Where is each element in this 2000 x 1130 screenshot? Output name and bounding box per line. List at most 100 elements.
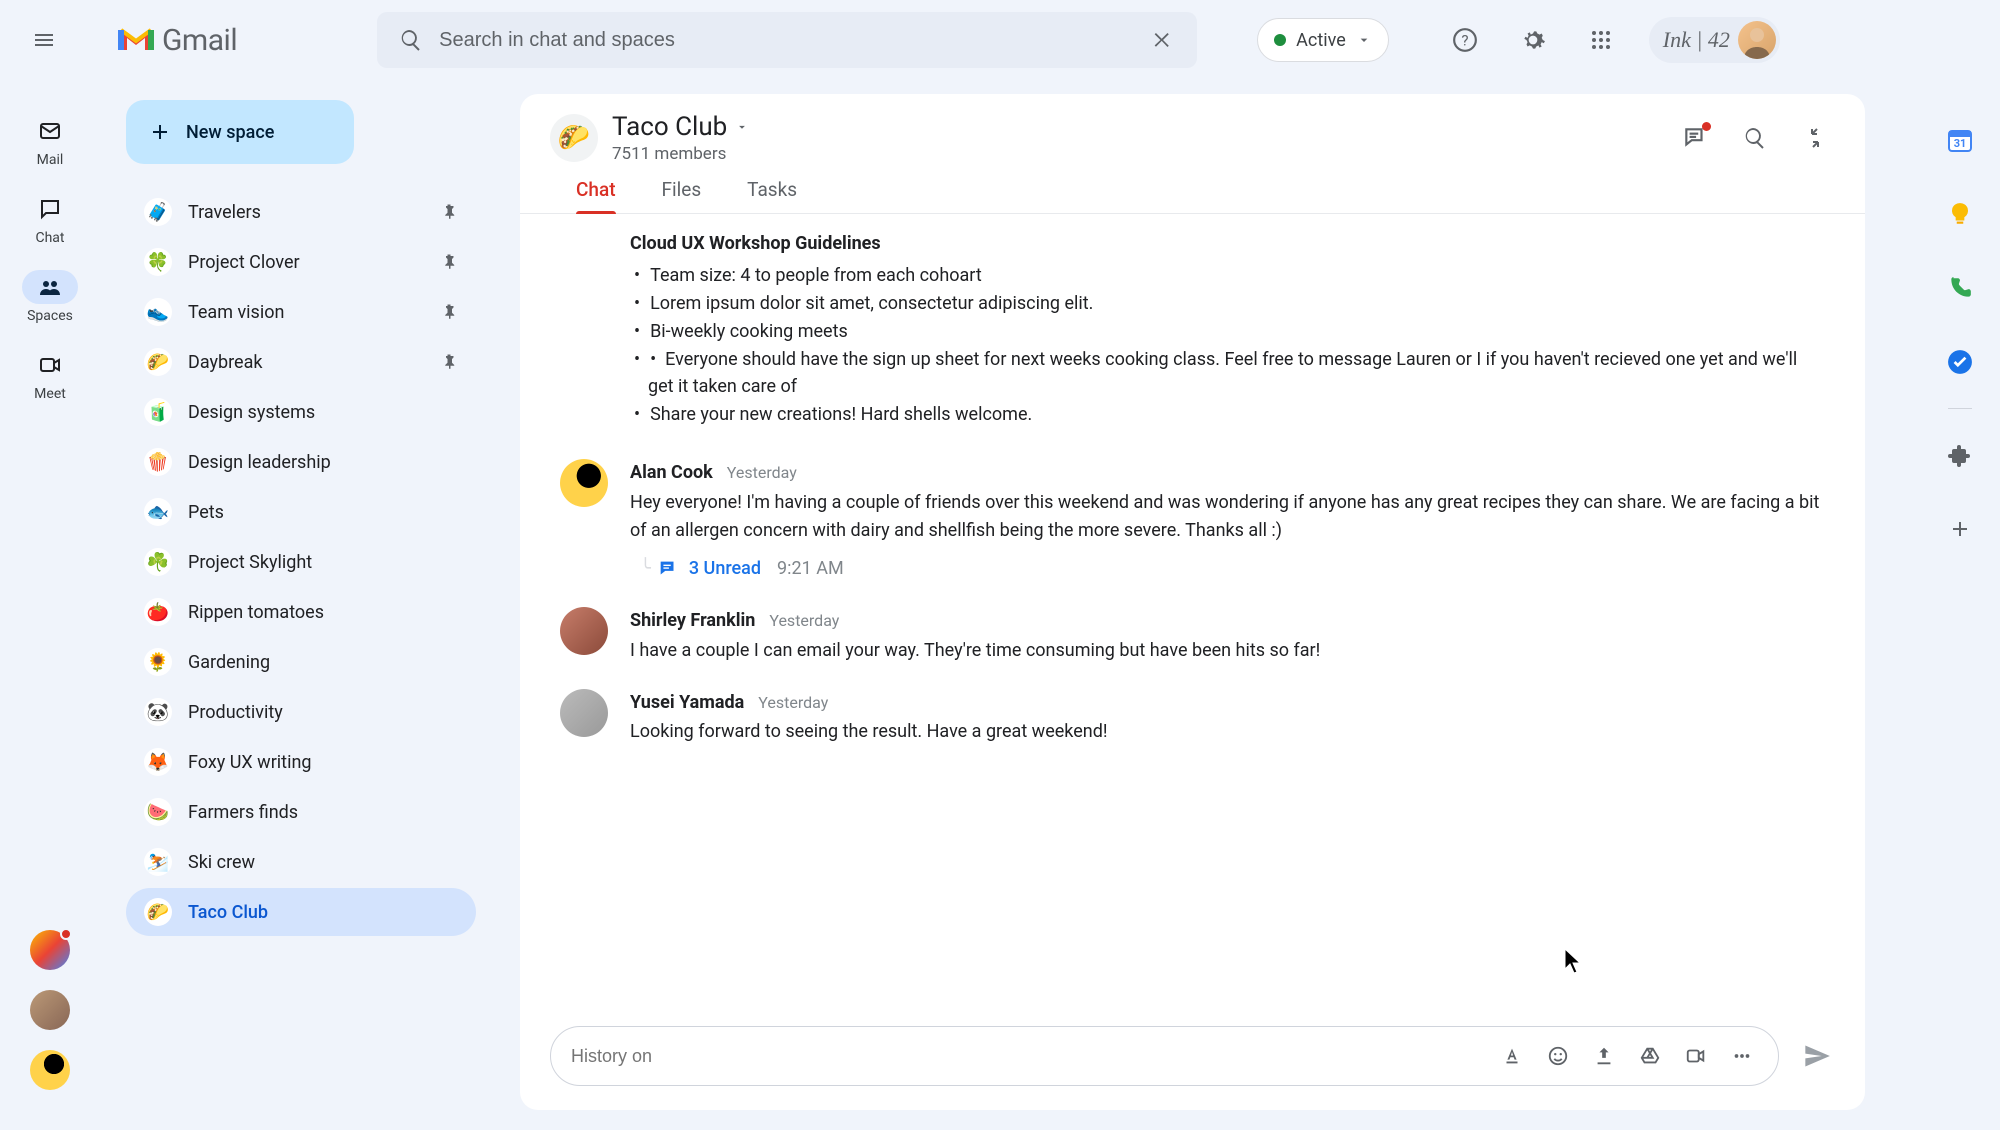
space-tabs: Chat Files Tasks [520, 164, 1865, 214]
mini-nav-mail[interactable]: Mail [10, 110, 90, 178]
clear-search-button[interactable] [1147, 24, 1179, 56]
messages-area[interactable]: Cloud UX Workshop Guidelines Team size: … [520, 214, 1865, 1016]
message: Shirley FranklinYesterdayI have a couple… [560, 607, 1825, 665]
space-label: Travelers [188, 202, 424, 223]
sidepanel-calendar[interactable]: 31 [1940, 120, 1980, 160]
sidepanel-get-addons[interactable] [1940, 509, 1980, 549]
sidebar-space-item[interactable]: 🍉Farmers finds [126, 788, 476, 836]
sidebar-space-item[interactable]: 🍅Rippen tomatoes [126, 588, 476, 636]
mini-nav-chat[interactable]: Chat [10, 188, 90, 256]
pinned-bullet: Share your new creations! Hard shells we… [630, 401, 1825, 429]
message: Alan CookYesterdayHey everyone! I'm havi… [560, 459, 1825, 583]
workspace-switcher[interactable]: Ink | 42 [1649, 17, 1780, 63]
sidebar-space-item[interactable]: ☘️Project Skylight [126, 538, 476, 586]
keep-icon [1947, 201, 1973, 227]
mini-nav-meet[interactable]: Meet [10, 344, 90, 412]
message-composer[interactable] [550, 1026, 1779, 1086]
sidepanel-addons[interactable] [1940, 435, 1980, 475]
space-emoji: 🌮 [558, 123, 590, 153]
sidebar-space-item[interactable]: 🧃Design systems [126, 388, 476, 436]
mini-rail-app-avatar[interactable] [30, 930, 70, 970]
help-button[interactable]: ? [1445, 20, 1485, 60]
message-avatar[interactable] [560, 607, 608, 655]
pinned-lines: Team size: 4 to people from each cohoart… [630, 262, 1825, 429]
app-name: Gmail [162, 23, 237, 58]
message-avatar[interactable] [560, 689, 608, 737]
space-title-block[interactable]: Taco Club 7511 members [612, 112, 749, 164]
message-body: Alan CookYesterdayHey everyone! I'm havi… [630, 459, 1825, 583]
space-emoji-icon: ⛷️ [144, 848, 172, 876]
meet-icon-pill [22, 348, 78, 382]
sidebar-space-item[interactable]: 🐟Pets [126, 488, 476, 536]
sidebar-space-item[interactable]: ⛷️Ski crew [126, 838, 476, 886]
search-button[interactable] [395, 24, 427, 56]
sidebar-space-item[interactable]: 🧳Travelers [126, 188, 476, 236]
more-button[interactable] [1726, 1040, 1758, 1072]
sidebar-space-item[interactable]: 🌮Daybreak [126, 338, 476, 386]
apps-button[interactable] [1581, 20, 1621, 60]
sidebar-space-item[interactable]: 🌻Gardening [126, 638, 476, 686]
composer-input[interactable] [571, 1046, 1482, 1067]
sidepanel-keep[interactable] [1940, 194, 1980, 234]
meet-link-button[interactable] [1680, 1040, 1712, 1072]
main-menu-button[interactable] [20, 16, 68, 64]
upload-button[interactable] [1588, 1040, 1620, 1072]
pin-icon [440, 353, 458, 371]
chat-icon-pill [22, 192, 78, 226]
mini-rail-user-avatar-2[interactable] [30, 1050, 70, 1090]
mini-rail-user-avatar-1[interactable] [30, 990, 70, 1030]
space-members-count: 7511 members [612, 144, 749, 164]
search-input[interactable] [439, 29, 1135, 52]
search-icon [1743, 126, 1767, 150]
space-header: 🌮 Taco Club 7511 members [520, 94, 1865, 164]
send-button[interactable] [1799, 1038, 1835, 1074]
sidepanel-tasks[interactable] [1940, 342, 1980, 382]
mini-nav-rail: Mail Chat Spaces Meet [0, 100, 100, 1130]
sidepanel-divider [1948, 408, 1972, 409]
search-in-space-button[interactable] [1735, 118, 1775, 158]
space-emoji-icon: 👟 [144, 298, 172, 326]
sidebar-space-item[interactable]: 🍀Project Clover [126, 238, 476, 286]
space-emoji-icon: 🍉 [144, 798, 172, 826]
spaces-list: 🧳Travelers🍀Project Clover👟Team vision🌮Da… [126, 188, 476, 936]
mail-icon [38, 119, 62, 143]
drive-button[interactable] [1634, 1040, 1666, 1072]
sidebar-space-item[interactable]: 👟Team vision [126, 288, 476, 336]
emoji-button[interactable] [1542, 1040, 1574, 1072]
spaces-icon-pill [22, 270, 78, 304]
gmail-logo[interactable]: Gmail [118, 23, 237, 58]
space-avatar[interactable]: 🌮 [550, 114, 598, 162]
tab-tasks[interactable]: Tasks [747, 178, 797, 213]
sidepanel-contacts[interactable] [1940, 268, 1980, 308]
space-emoji-icon: 🍅 [144, 598, 172, 626]
gear-icon [1520, 27, 1546, 53]
account-avatar[interactable] [1738, 21, 1776, 59]
new-space-button[interactable]: New space [126, 100, 354, 164]
sidebar-space-item[interactable]: 🍿Design leadership [126, 438, 476, 486]
pinned-bullet: Bi-weekly cooking meets [630, 318, 1825, 346]
mini-nav-spaces[interactable]: Spaces [10, 266, 90, 334]
plus-icon [148, 120, 172, 144]
presence-status-chip[interactable]: Active [1257, 18, 1389, 62]
sidebar-space-item[interactable]: 🌮Taco Club [126, 888, 476, 936]
format-button[interactable] [1496, 1040, 1528, 1072]
addon-icon [1948, 443, 1972, 467]
message: Yusei YamadaYesterdayLooking forward to … [560, 689, 1825, 747]
open-threads-button[interactable] [1675, 118, 1715, 158]
thread-reply-link[interactable]: ╰3 Unread9:21 AM [640, 555, 1825, 583]
message-author: Shirley Franklin [630, 607, 755, 635]
tab-chat[interactable]: Chat [576, 178, 616, 213]
space-label: Design systems [188, 402, 458, 423]
tab-files[interactable]: Files [662, 178, 702, 213]
message-time: Yesterday [727, 461, 797, 486]
pinned-message: Cloud UX Workshop Guidelines Team size: … [630, 230, 1825, 429]
sidebar-space-item[interactable]: 🐼Productivity [126, 688, 476, 736]
message-avatar[interactable] [560, 459, 608, 507]
collapse-button[interactable] [1795, 118, 1835, 158]
pinned-bullet: • Everyone should have the sign up sheet… [630, 346, 1825, 402]
space-emoji-icon: 🍿 [144, 448, 172, 476]
sidebar-space-item[interactable]: 🦊Foxy UX writing [126, 738, 476, 786]
settings-button[interactable] [1513, 20, 1553, 60]
search-bar[interactable] [377, 12, 1197, 68]
topbar: Gmail Active ? Ink | 42 [0, 0, 2000, 80]
